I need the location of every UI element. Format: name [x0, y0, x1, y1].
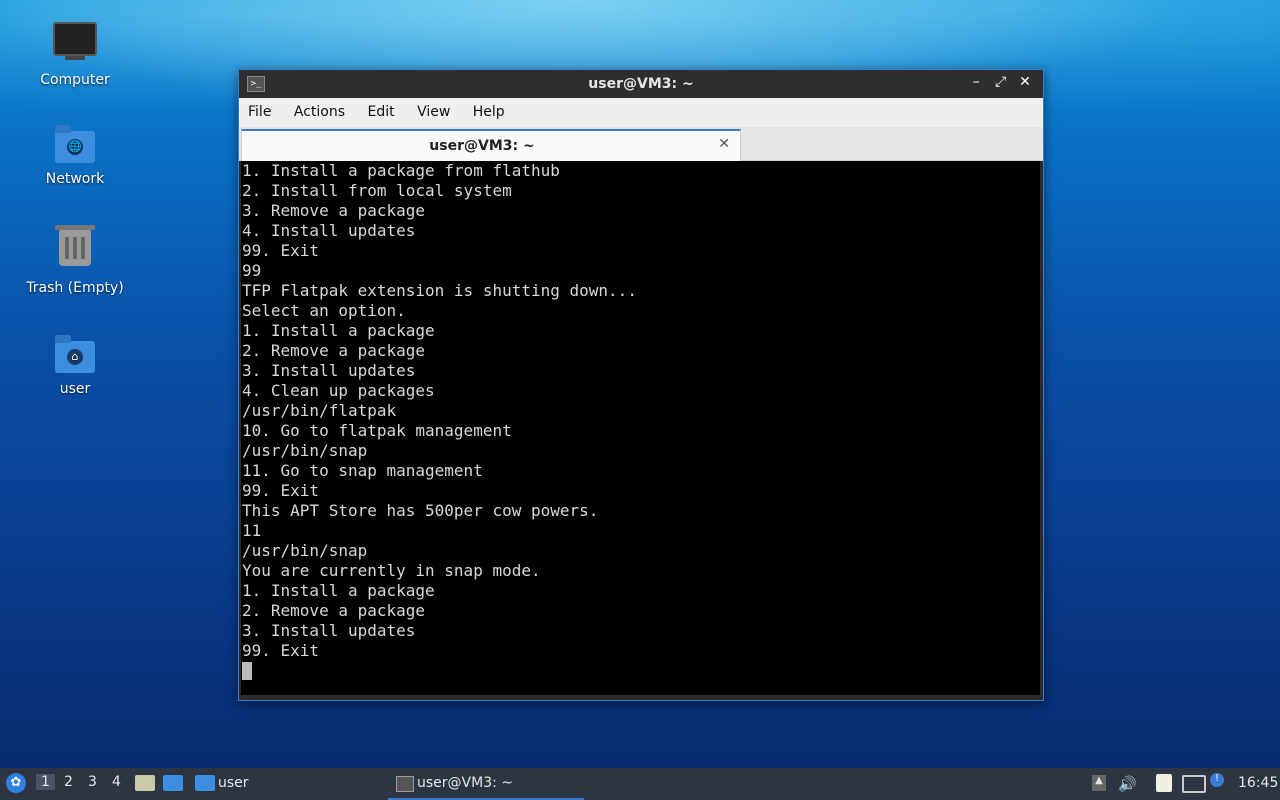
close-icon[interactable]: ✕ — [1015, 74, 1035, 90]
terminal-line: 1. Install a package — [242, 321, 435, 340]
desktop-icon-trash[interactable]: Trash (Empty) — [20, 225, 130, 296]
terminal-line: 2. Install from local system — [242, 181, 512, 200]
menu-view[interactable]: View — [408, 98, 459, 120]
terminal-line: 4. Install updates — [242, 221, 416, 240]
terminal-line: TFP Flatpak extension is shutting down..… — [242, 281, 637, 300]
home-folder-icon: ⌂ — [53, 331, 97, 375]
terminal-line: 1. Install a package — [242, 581, 435, 600]
show-desktop-icon[interactable] — [163, 775, 183, 791]
terminal-cursor — [242, 662, 252, 680]
terminal-line: 1. Install a package from flathub — [242, 161, 560, 180]
menu-help[interactable]: Help — [464, 98, 514, 120]
terminal-line: /usr/bin/snap — [242, 441, 368, 460]
terminal-line: 4. Clean up packages — [242, 381, 435, 400]
terminal-line: /usr/bin/snap — [242, 541, 368, 560]
window-titlebar[interactable]: >_ user@VM3: ~ – ⤢ ✕ — [239, 70, 1043, 98]
terminal-line: 99. Exit — [242, 641, 320, 660]
terminal-line: You are currently in snap mode. — [242, 561, 541, 580]
terminal-line: 99. Exit — [242, 241, 320, 260]
file-manager-launcher-icon[interactable] — [135, 775, 155, 791]
desktop-icon-label: Trash (Empty) — [26, 280, 124, 296]
terminal-line: /usr/bin/flatpak — [242, 401, 397, 420]
computer-icon — [53, 22, 97, 66]
clipboard-icon[interactable] — [1156, 774, 1172, 792]
menu-edit[interactable]: Edit — [358, 98, 403, 120]
terminal-line: 2. Remove a package — [242, 601, 426, 620]
terminal-line: 99 — [242, 261, 262, 280]
terminal-task-icon — [396, 776, 414, 792]
tab-label: user@VM3: ~ — [429, 138, 535, 154]
tab-close-icon[interactable]: ✕ — [718, 136, 730, 152]
terminal-output[interactable]: 1. Install a package from flathub 2. Ins… — [241, 161, 1040, 695]
workspace-2[interactable]: 2 — [64, 774, 73, 790]
terminal-window[interactable]: >_ user@VM3: ~ – ⤢ ✕ File Actions Edit V… — [238, 69, 1044, 701]
menu-file[interactable]: File — [239, 98, 280, 120]
terminal-line: Select an option. — [242, 301, 406, 320]
taskbar: ✿ 1 2 3 4 user user@VM3: ~ ▲ 🔊 ! 16:45 — [0, 768, 1280, 800]
workspace-3[interactable]: 3 — [88, 774, 97, 790]
menu-bar: File Actions Edit View Help — [239, 98, 1043, 127]
terminal-line: 3. Install updates — [242, 361, 416, 380]
desktop-icon-label: user — [59, 381, 91, 397]
desktop-icon-computer[interactable]: Computer — [20, 16, 130, 88]
terminal-line: 3. Remove a package — [242, 201, 426, 220]
terminal-line: This APT Store has 500per cow powers. — [242, 501, 599, 520]
desktop-icon-label: Network — [45, 171, 105, 187]
task-label: user@VM3: ~ — [417, 775, 513, 791]
terminal-line: 11 — [242, 521, 262, 540]
eject-icon[interactable]: ▲ — [1092, 775, 1106, 791]
network-folder-icon: 🌐 — [53, 121, 97, 165]
network-icon[interactable] — [1182, 775, 1206, 793]
desktop-icon-label: Computer — [40, 72, 110, 88]
folder-icon[interactable] — [195, 775, 215, 791]
terminal-line: 99. Exit — [242, 481, 320, 500]
folder-task-label[interactable]: user — [218, 775, 249, 791]
trash-icon — [53, 225, 97, 274]
volume-icon[interactable]: 🔊 — [1118, 775, 1137, 793]
taskbar-task-terminal[interactable]: user@VM3: ~ — [388, 768, 584, 800]
terminal-line: 2. Remove a package — [242, 341, 426, 360]
notification-icon[interactable]: ! — [1210, 773, 1224, 787]
clock[interactable]: 16:45 — [1238, 775, 1278, 791]
maximize-icon[interactable]: ⤢ — [991, 74, 1011, 90]
tab-terminal[interactable]: user@VM3: ~ ✕ — [241, 129, 741, 161]
workspace-1[interactable]: 1 — [36, 774, 55, 790]
terminal-line: 3. Install updates — [242, 621, 416, 640]
window-title: user@VM3: ~ — [588, 76, 694, 92]
start-menu-icon[interactable]: ✿ — [6, 773, 26, 793]
menu-actions[interactable]: Actions — [285, 98, 354, 120]
desktop-icon-user-home[interactable]: ⌂ user — [20, 331, 130, 397]
terminal-line: 10. Go to flatpak management — [242, 421, 512, 440]
desktop-icon-network[interactable]: 🌐 Network — [20, 121, 130, 187]
minimize-icon[interactable]: – — [966, 74, 986, 90]
terminal-line: 11. Go to snap management — [242, 461, 483, 480]
tab-bar: user@VM3: ~ ✕ — [239, 127, 1043, 161]
workspace-4[interactable]: 4 — [112, 774, 121, 790]
